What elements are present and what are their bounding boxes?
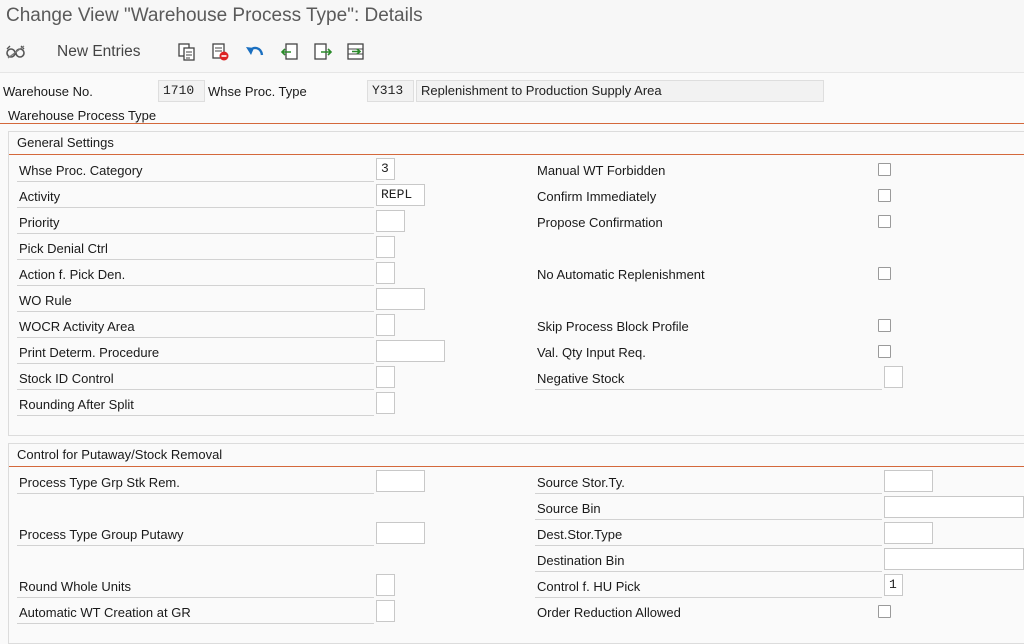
row-underline [535, 545, 882, 546]
order-reduction-allowed-label: Order Reduction Allowed [537, 605, 681, 620]
row-underline [17, 545, 374, 546]
print-determ-procedure-field[interactable] [376, 340, 445, 362]
round-whole-units-label: Round Whole Units [19, 579, 131, 594]
skip-process-block-profile-label: Skip Process Block Profile [537, 319, 689, 334]
priority-field[interactable] [376, 210, 405, 232]
propose-confirmation-checkbox[interactable] [878, 215, 891, 228]
source-bin-label: Source Bin [537, 501, 601, 516]
title-bar: Change View "Warehouse Process Type": De… [0, 0, 1024, 34]
print-determ-procedure-label: Print Determ. Procedure [19, 345, 160, 360]
warehouse-no-label: Warehouse No. [3, 84, 93, 99]
row-underline [17, 285, 374, 286]
rounding-after-split-field[interactable] [376, 392, 395, 414]
action-pick-den-field[interactable] [376, 262, 395, 284]
glasses-display-change-icon[interactable] [4, 41, 28, 63]
row-underline [17, 207, 374, 208]
stock-id-control-field[interactable] [376, 366, 395, 388]
row-underline [17, 389, 374, 390]
confirm-immediately-label: Confirm Immediately [537, 189, 657, 204]
control-hu-pick-field[interactable]: 1 [884, 574, 903, 596]
wocr-activity-area-field[interactable] [376, 314, 395, 336]
wocr-activity-area-label: WOCR Activity Area [19, 319, 135, 334]
automatic-wt-creation-gr-field[interactable] [376, 600, 395, 622]
process-type-group-putaway-label: Process Type Group Putawy [19, 527, 184, 542]
negative-stock-label: Negative Stock [537, 371, 625, 386]
window-title: Change View "Warehouse Process Type": De… [6, 5, 423, 26]
row-underline [535, 493, 882, 494]
row-underline [17, 259, 374, 260]
wo-rule-label: WO Rule [19, 293, 72, 308]
tab-divider [0, 123, 1024, 124]
stock-id-control-label: Stock ID Control [19, 371, 114, 386]
copy-as-icon[interactable] [175, 41, 199, 63]
whse-proc-type-field[interactable]: Y313 [367, 80, 414, 102]
whse-proc-category-field[interactable]: 3 [376, 158, 395, 180]
skip-process-block-profile-checkbox[interactable] [878, 319, 891, 332]
activity-field[interactable]: REPL [376, 184, 425, 206]
priority-label: Priority [19, 215, 60, 230]
putaway-stock-removal-title: Control for Putaway/Stock Removal [17, 447, 223, 462]
dest-stor-type-label: Dest.Stor.Type [537, 527, 623, 542]
row-underline [535, 571, 882, 572]
row-underline [17, 311, 374, 312]
val-qty-input-req-checkbox[interactable] [878, 345, 891, 358]
activity-label: Activity [19, 189, 61, 204]
round-whole-units-field[interactable] [376, 574, 395, 596]
control-hu-pick-label: Control f. HU Pick [537, 579, 641, 594]
process-type-grp-stk-rem-field[interactable] [376, 470, 425, 492]
row-underline [17, 493, 374, 494]
confirm-immediately-checkbox[interactable] [878, 189, 891, 202]
row-underline [535, 597, 882, 598]
order-reduction-allowed-checkbox[interactable] [878, 605, 891, 618]
whse-proc-type-label: Whse Proc. Type [208, 84, 307, 99]
no-automatic-replenishment-checkbox[interactable] [878, 267, 891, 280]
pick-denial-ctrl-label: Pick Denial Ctrl [19, 241, 108, 256]
pick-denial-ctrl-field[interactable] [376, 236, 395, 258]
select-all-icon[interactable] [344, 41, 368, 63]
process-type-grp-stk-rem-label: Process Type Grp Stk Rem. [19, 475, 180, 490]
rounding-after-split-label: Rounding After Split [19, 397, 134, 412]
application-toolbar: New Entries [0, 34, 1024, 73]
general-settings-header: General Settings [9, 132, 1024, 155]
row-underline [17, 415, 374, 416]
row-underline [535, 389, 882, 390]
putaway-stock-removal-header: Control for Putaway/Stock Removal [9, 444, 1024, 467]
manual-wt-forbidden-checkbox[interactable] [878, 163, 891, 176]
action-pick-den-label: Action f. Pick Den. [19, 267, 126, 282]
next-entry-icon[interactable] [311, 41, 335, 63]
source-bin-field[interactable] [884, 496, 1024, 518]
destination-bin-label: Destination Bin [537, 553, 625, 568]
general-settings-section: General Settings [8, 131, 1024, 436]
process-type-group-putaway-field[interactable] [376, 522, 425, 544]
source-stor-type-field[interactable] [884, 470, 933, 492]
manual-wt-forbidden-label: Manual WT Forbidden [537, 163, 666, 178]
negative-stock-field[interactable] [884, 366, 903, 388]
row-underline [535, 519, 882, 520]
warehouse-no-field[interactable]: 1710 [158, 80, 205, 102]
row-underline [17, 233, 374, 234]
new-entries-button[interactable]: New Entries [57, 43, 141, 61]
no-automatic-replenishment-label: No Automatic Replenishment [537, 267, 705, 282]
delete-icon[interactable] [208, 41, 232, 63]
row-underline [17, 623, 374, 624]
row-underline [17, 363, 374, 364]
destination-bin-field[interactable] [884, 548, 1024, 570]
dest-stor-type-field[interactable] [884, 522, 933, 544]
undo-icon[interactable] [243, 41, 267, 63]
whse-proc-type-description: Replenishment to Production Supply Area [416, 80, 824, 102]
val-qty-input-req-label: Val. Qty Input Req. [537, 345, 646, 360]
previous-entry-icon[interactable] [278, 41, 302, 63]
row-underline [17, 337, 374, 338]
automatic-wt-creation-gr-label: Automatic WT Creation at GR [19, 605, 191, 620]
row-underline [17, 597, 374, 598]
propose-confirmation-label: Propose Confirmation [537, 215, 663, 230]
source-stor-type-label: Source Stor.Ty. [537, 475, 625, 490]
wo-rule-field[interactable] [376, 288, 425, 310]
general-settings-title: General Settings [17, 135, 114, 150]
row-underline [17, 181, 374, 182]
tab-warehouse-process-type[interactable]: Warehouse Process Type [8, 108, 156, 123]
whse-proc-category-label: Whse Proc. Category [19, 163, 143, 178]
